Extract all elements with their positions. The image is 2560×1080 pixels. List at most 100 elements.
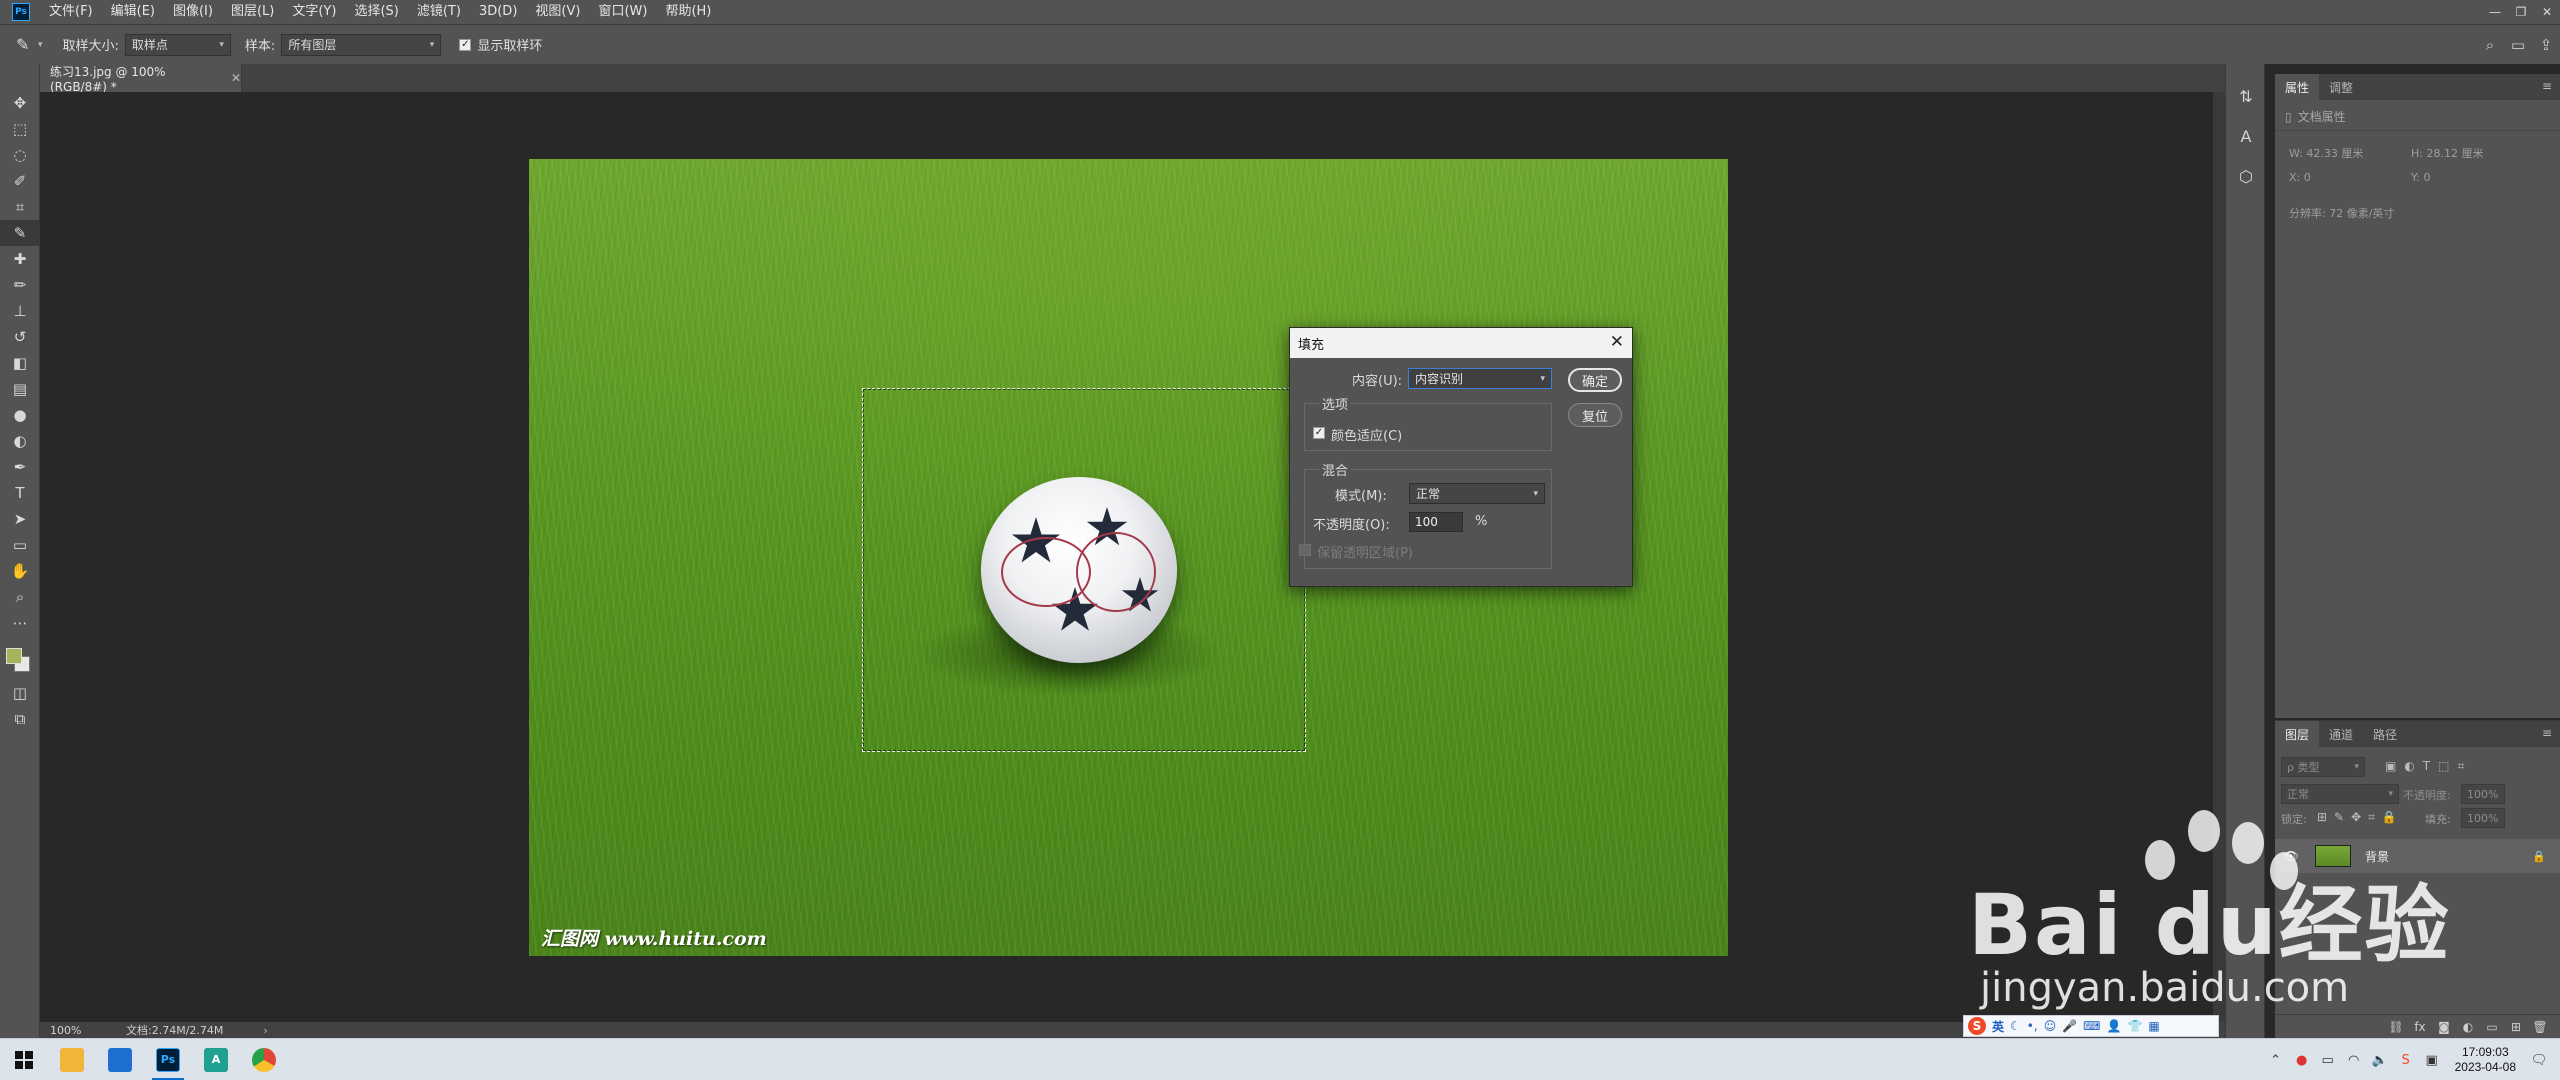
layer-filter-select[interactable]: ρ 类型 ▾ [2281, 757, 2365, 777]
healing-brush-tool-icon[interactable]: ✚ [0, 246, 40, 272]
user-icon[interactable]: 👤 [2106, 1019, 2121, 1033]
taskbar-clock[interactable]: 17:09:03 2023-04-08 [2445, 1045, 2526, 1075]
menu-3d[interactable]: 3D(D) [470, 0, 526, 24]
pen-tool-icon[interactable]: ✒ [0, 454, 40, 480]
menu-view[interactable]: 视图(V) [526, 0, 589, 24]
quick-select-tool-icon[interactable]: ✐ [0, 168, 40, 194]
layer-row[interactable]: 👁 背景 🔒 [2275, 839, 2560, 873]
menu-type[interactable]: 文字(Y) [283, 0, 345, 24]
reset-button[interactable]: 复位 [1568, 403, 1622, 427]
history-panel-icon[interactable]: ⇅ [2226, 76, 2266, 116]
character-panel-icon[interactable]: A [2226, 116, 2266, 156]
search-icon[interactable]: ⌕ [2476, 36, 2504, 54]
sogou-tray-icon[interactable]: S [2393, 1053, 2419, 1068]
close-tab-icon[interactable]: ✕ [231, 71, 241, 85]
taskbar-file-explorer[interactable] [48, 1039, 96, 1080]
dodge-tool-icon[interactable]: ◐ [0, 428, 40, 454]
eraser-tool-icon[interactable]: ◧ [0, 350, 40, 376]
record-icon[interactable]: ● [2289, 1053, 2315, 1068]
hand-tool-icon[interactable]: ✋ [0, 558, 40, 584]
clone-stamp-tool-icon[interactable]: ⊥ [0, 298, 40, 324]
tab-properties[interactable]: 属性 [2275, 74, 2320, 100]
tab-adjustments[interactable]: 调整 [2319, 74, 2363, 100]
menu-file[interactable]: 文件(F) [40, 0, 102, 24]
punctuation-icon[interactable]: •, [2027, 1019, 2038, 1033]
menu-edit[interactable]: 编辑(E) [102, 0, 164, 24]
minimize-icon[interactable]: — [2482, 0, 2508, 24]
gradient-tool-icon[interactable]: ▤ [0, 376, 40, 402]
delete-layer-icon[interactable]: 🗑 [2528, 1020, 2552, 1034]
screen-mode-icon[interactable]: ⧉ [0, 706, 40, 732]
blur-tool-icon[interactable]: ● [0, 402, 40, 428]
workspace-icon[interactable]: ▭ [2504, 36, 2532, 54]
chevron-right-icon[interactable]: › [263, 1024, 267, 1037]
sample-size-select[interactable]: 取样点 ▾ [124, 33, 231, 56]
marquee-selection[interactable] [862, 388, 1306, 752]
network-icon[interactable]: ▭ [2315, 1053, 2341, 1068]
menu-window[interactable]: 窗口(W) [589, 0, 656, 24]
close-window-icon[interactable]: ✕ [2534, 0, 2560, 24]
skin-icon[interactable]: 👕 [2127, 1019, 2142, 1033]
menu-help[interactable]: 帮助(H) [656, 0, 720, 24]
restore-icon[interactable]: ❐ [2508, 0, 2534, 24]
adjustment-layer-icon[interactable]: ◐ [2456, 1020, 2480, 1034]
panel-menu-icon[interactable]: ≡ [2542, 79, 2552, 93]
opacity-input[interactable]: 100 [1409, 512, 1463, 532]
document-tab[interactable]: 练习13.jpg @ 100%(RGB/8#) * ✕ [40, 64, 242, 94]
ok-button[interactable]: 确定 [1568, 368, 1622, 392]
moon-icon[interactable]: ☾ [2010, 1019, 2021, 1033]
tab-channels[interactable]: 通道 [2319, 721, 2363, 747]
layer-filter-icons[interactable]: ▣◐T⬚⌗ [2385, 759, 2472, 774]
start-button[interactable] [0, 1039, 48, 1080]
taskbar-app-a[interactable]: A [192, 1039, 240, 1080]
vertical-scrollbar[interactable] [2213, 92, 2225, 1022]
dialog-titlebar[interactable]: 填充 ✕ [1290, 328, 1632, 358]
rectangle-tool-icon[interactable]: ▭ [0, 532, 40, 558]
close-icon[interactable]: ✕ [1610, 332, 1624, 352]
marquee-tool-icon[interactable]: ⬚ [0, 116, 40, 142]
display-icon[interactable]: ▣ [2419, 1053, 2445, 1068]
quick-mask-icon[interactable]: ◫ [0, 680, 40, 706]
menu-select[interactable]: 选择(S) [345, 0, 407, 24]
add-mask-icon[interactable]: ◙ [2432, 1020, 2456, 1034]
content-select[interactable]: 内容识别 ▾ [1408, 368, 1552, 389]
sogou-ime-icon[interactable]: S [1968, 1017, 1986, 1035]
keyboard-icon[interactable]: ⌨ [2083, 1019, 2100, 1033]
new-group-icon[interactable]: ▭ [2480, 1020, 2504, 1034]
more-tools-icon[interactable]: ⋯ [0, 610, 40, 636]
volume-icon[interactable]: 🔈 [2367, 1053, 2393, 1068]
path-select-tool-icon[interactable]: ➤ [0, 506, 40, 532]
lock-icons[interactable]: ⊞✎✥⌗🔒 [2317, 810, 2404, 825]
eyedropper-tool-icon[interactable]: ✎ [16, 35, 38, 54]
move-tool-icon[interactable]: ✥ [0, 90, 40, 116]
eyedropper-tool-icon[interactable]: ✎ [0, 220, 40, 246]
new-layer-icon[interactable]: ⊞ [2504, 1020, 2528, 1034]
history-brush-tool-icon[interactable]: ↺ [0, 324, 40, 350]
type-tool-icon[interactable]: T [0, 480, 40, 506]
fx-icon[interactable]: fx [2408, 1020, 2432, 1034]
taskbar-outlook[interactable] [96, 1039, 144, 1080]
taskbar-photoshop[interactable]: Ps [144, 1039, 192, 1080]
share-icon[interactable]: ⇪ [2532, 36, 2560, 54]
notification-icon[interactable]: 🗨 [2526, 1053, 2552, 1068]
tab-layers[interactable]: 图层 [2275, 721, 2320, 747]
show-ring-checkbox[interactable]: ✓ [459, 38, 472, 51]
sample-select[interactable]: 所有图层 ▾ [281, 33, 442, 56]
brush-tool-icon[interactable]: ✏ [0, 272, 40, 298]
apps-grid-icon[interactable]: ▦ [2148, 1019, 2159, 1033]
wifi-icon[interactable]: ◠ [2341, 1053, 2367, 1068]
tool-preset-chevron-down-icon[interactable]: ▾ [38, 40, 43, 50]
link-layers-icon[interactable]: ⛓ [2384, 1020, 2408, 1034]
chevron-up-icon[interactable]: ⌃ [2263, 1053, 2289, 1068]
lasso-tool-icon[interactable]: ◌ [0, 142, 40, 168]
emoji-icon[interactable]: ☺ [2044, 1019, 2057, 1033]
eye-visibility-icon[interactable]: 👁 [2279, 849, 2303, 863]
menu-layer[interactable]: 图层(L) [222, 0, 283, 24]
zoom-level[interactable]: 100% [50, 1024, 126, 1037]
zoom-tool-icon[interactable]: ⌕ [0, 584, 40, 610]
panel-menu-icon[interactable]: ≡ [2542, 726, 2552, 740]
mode-select[interactable]: 正常 ▾ [1409, 483, 1545, 504]
3d-panel-icon[interactable]: ⬡ [2226, 156, 2266, 196]
color-adapt-checkbox[interactable]: ✓ [1313, 427, 1325, 439]
ime-language[interactable]: 英 [1992, 1018, 2004, 1035]
